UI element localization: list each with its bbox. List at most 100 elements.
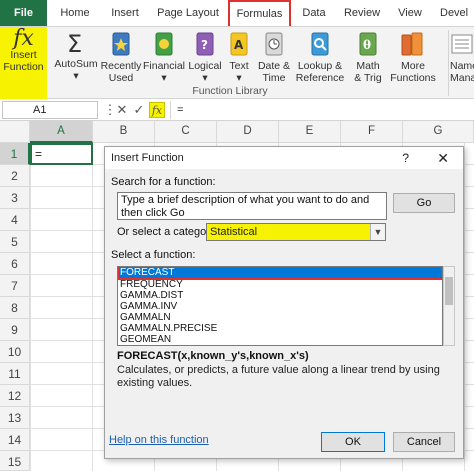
text-book-icon: A: [230, 32, 248, 56]
column-header-a[interactable]: A: [30, 121, 93, 143]
financial-book-icon: [155, 32, 173, 56]
column-header-b[interactable]: B: [93, 121, 155, 143]
math-trig-label-2: & Trig: [354, 72, 382, 84]
dialog-help-icon[interactable]: ?: [402, 147, 409, 169]
row-header-12[interactable]: 12: [0, 385, 30, 407]
column-header-g[interactable]: G: [403, 121, 474, 143]
logical-book-icon: ?: [196, 32, 214, 56]
scrollbar-thumb[interactable]: [445, 277, 453, 305]
function-search-input[interactable]: Type a brief description of what you wan…: [117, 192, 387, 220]
tab-formulas[interactable]: Formulas: [228, 0, 291, 26]
tab-file[interactable]: File: [0, 0, 47, 26]
math-trig-button[interactable]: θ Math & Trig: [348, 27, 388, 87]
cancel-button[interactable]: Cancel: [393, 432, 455, 452]
financial-button[interactable]: Financial ▾: [142, 27, 186, 87]
column-header-c[interactable]: C: [155, 121, 217, 143]
autosum-button[interactable]: Σ AutoSum ▾: [53, 27, 99, 87]
go-button[interactable]: Go: [393, 193, 455, 213]
select-all-corner[interactable]: [0, 121, 30, 143]
more-functions-label-1: More: [401, 60, 425, 72]
ribbon-separator: [448, 30, 449, 96]
row-header-15[interactable]: 15: [0, 451, 30, 471]
lookup-reference-label-1: Lookup &: [297, 60, 343, 72]
tab-home[interactable]: Home: [52, 0, 98, 26]
cell-a1[interactable]: =: [30, 143, 93, 165]
help-on-function-link[interactable]: Help on this function: [109, 434, 209, 446]
row-header-4[interactable]: 4: [0, 209, 30, 231]
list-item[interactable]: FREQUENCY: [118, 279, 442, 290]
row-header-2[interactable]: 2: [0, 165, 30, 187]
row-header-9[interactable]: 9: [0, 319, 30, 341]
excel-window: File Home Insert Page Layout Formulas Da…: [0, 0, 474, 471]
cancel-entry-icon[interactable]: ✕: [114, 102, 130, 118]
list-item[interactable]: GAMMALN: [118, 312, 442, 323]
row-header-10[interactable]: 10: [0, 341, 30, 363]
insert-function-dialog: Insert Function ? ✕ Search for a functio…: [104, 146, 464, 459]
more-functions-button[interactable]: More Functions: [388, 27, 438, 87]
svg-text:?: ?: [201, 38, 208, 52]
list-item[interactable]: GAMMA.INV: [118, 301, 442, 312]
function-list-scrollbar[interactable]: [443, 266, 455, 346]
tab-developer[interactable]: Devel: [434, 0, 474, 26]
autosum-arrow: ▾: [73, 70, 79, 82]
logical-button[interactable]: ? Logical ▾: [186, 27, 224, 87]
insert-function-label-2: Function: [3, 61, 44, 73]
list-item[interactable]: GEOMEAN: [118, 334, 442, 345]
book-star-icon: [112, 32, 130, 56]
lookup-magnifier-icon: [311, 32, 329, 56]
name-box[interactable]: A1: [2, 101, 98, 119]
name-manager-button[interactable]: Name Mana: [450, 27, 474, 87]
insert-function-button[interactable]: fx Insert Function: [0, 27, 47, 99]
tab-page-layout[interactable]: Page Layout: [152, 0, 224, 26]
list-item[interactable]: GAMMA.DIST: [118, 290, 442, 301]
list-item-selected[interactable]: FORECAST: [118, 267, 442, 280]
row-header-14[interactable]: 14: [0, 429, 30, 451]
tab-insert[interactable]: Insert: [102, 0, 148, 26]
search-label: Search for a function:: [111, 176, 216, 188]
insert-function-label-1: Insert: [10, 49, 37, 61]
more-functions-label-2: Functions: [390, 72, 436, 84]
autosum-label: AutoSum: [54, 58, 98, 70]
formula-bar: A1 ⋮ ✕ ✓ fx =: [0, 99, 474, 121]
recently-used-button[interactable]: Recently Used: [100, 27, 142, 87]
row-header-6[interactable]: 6: [0, 253, 30, 275]
logical-arrow: ▾: [202, 72, 208, 84]
row-header-7[interactable]: 7: [0, 275, 30, 297]
dialog-close-icon[interactable]: ✕: [437, 147, 449, 169]
row-header-5[interactable]: 5: [0, 231, 30, 253]
function-library-group-label: Function Library: [192, 85, 268, 97]
formula-input[interactable]: =: [170, 101, 472, 119]
sigma-icon: Σ: [67, 30, 82, 56]
math-trig-label-1: Math: [356, 60, 380, 72]
more-functions-books-icon: [401, 32, 423, 56]
column-header-f[interactable]: F: [341, 121, 403, 143]
category-select[interactable]: Statistical ▼: [206, 223, 386, 241]
row-header-8[interactable]: 8: [0, 297, 30, 319]
date-time-label-2: Time: [262, 72, 286, 84]
insert-function-fx-icon[interactable]: fx: [149, 102, 165, 118]
recently-used-label-2: Used: [108, 72, 134, 84]
text-button[interactable]: A Text ▾: [225, 27, 253, 87]
row-header-13[interactable]: 13: [0, 407, 30, 429]
function-list[interactable]: FORECAST FREQUENCY GAMMA.DIST GAMMA.INV …: [117, 266, 443, 346]
enter-entry-icon[interactable]: ✓: [131, 102, 147, 118]
date-time-button[interactable]: Date & Time: [256, 27, 292, 87]
theta-book-icon: θ: [359, 32, 377, 56]
row-header-1[interactable]: 1: [0, 143, 30, 165]
function-description: Calculates, or predicts, a future value …: [117, 364, 440, 389]
chevron-down-icon[interactable]: ▼: [370, 224, 385, 240]
lookup-reference-button[interactable]: Lookup & Reference: [294, 27, 346, 87]
tab-data[interactable]: Data: [296, 0, 332, 26]
row-header-3[interactable]: 3: [0, 187, 30, 209]
list-item[interactable]: GAMMALN.PRECISE: [118, 323, 442, 334]
row-header-11[interactable]: 11: [0, 363, 30, 385]
function-syntax: FORECAST(x,known_y's,known_x's): [117, 350, 309, 362]
column-header-d[interactable]: D: [217, 121, 279, 143]
ok-button[interactable]: OK: [321, 432, 385, 452]
svg-text:A: A: [234, 38, 244, 52]
tab-view[interactable]: View: [390, 0, 430, 26]
logical-label: Logical: [188, 60, 222, 72]
text-arrow: ▾: [236, 72, 242, 84]
column-header-e[interactable]: E: [279, 121, 341, 143]
tab-review[interactable]: Review: [338, 0, 386, 26]
